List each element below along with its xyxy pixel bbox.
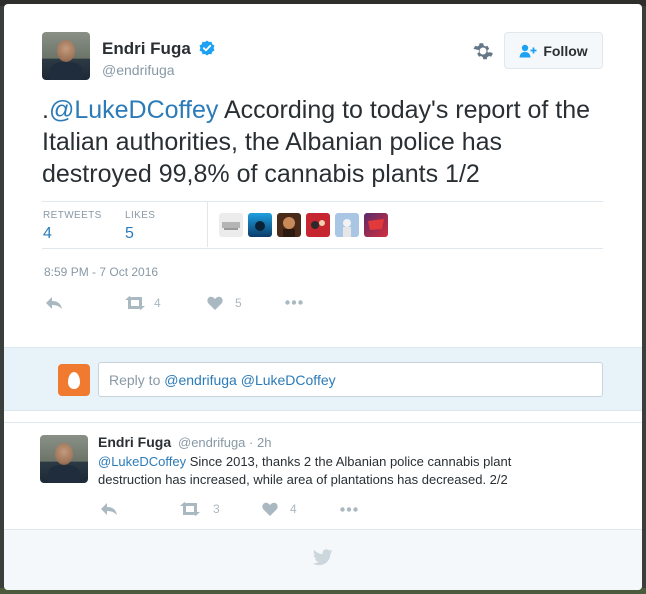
author-name[interactable]: Endri Fuga [102, 39, 191, 59]
likes-label[interactable]: LIKES [125, 210, 155, 221]
reply-tweet-like-action[interactable]: 4 [262, 502, 297, 516]
add-user-icon [519, 44, 537, 57]
reply-input[interactable]: Reply to @endrifuga @LukeDCoffey [98, 362, 603, 397]
reply-tweet-like-count: 4 [290, 502, 297, 516]
tweet-text-prefix: . [42, 96, 49, 124]
likes-count[interactable]: 5 [125, 225, 134, 243]
reply-tweet-mention-link[interactable]: @LukeDCoffey [98, 454, 186, 469]
retweet-icon [125, 296, 145, 310]
reply-input-mentions: @endrifuga @LukeDCoffey [164, 372, 336, 388]
liker-avatar-4[interactable] [306, 213, 330, 237]
current-user-avatar [58, 364, 90, 396]
more-dots-icon [340, 507, 358, 512]
liker-avatar-5[interactable] [335, 213, 359, 237]
heart-icon [207, 296, 223, 310]
gear-icon[interactable] [472, 40, 494, 62]
author-avatar[interactable] [42, 32, 90, 80]
tweet-text: .@LukeDCoffey According to today's repor… [42, 94, 612, 190]
reply-icon [46, 297, 62, 309]
twitter-bird-icon [313, 549, 333, 566]
reply-action[interactable] [45, 296, 63, 310]
retweet-count: 4 [154, 296, 161, 310]
tweet-mention-link[interactable]: @LukeDCoffey [49, 96, 218, 124]
more-action[interactable] [285, 300, 303, 305]
tweet-modal: Endri Fuga @endrifuga Follow .@LukeDCoff… [4, 4, 642, 590]
reply-tweet-retweet-action[interactable]: 3 [179, 502, 220, 516]
retweets-count[interactable]: 4 [43, 225, 52, 243]
reply-tweet-reply-action[interactable] [100, 502, 118, 516]
reply-input-prefix: Reply to [109, 372, 165, 388]
reply-tweet-more-action[interactable] [340, 507, 358, 512]
reply-separator [4, 422, 642, 423]
retweets-label[interactable]: RETWEETS [43, 210, 102, 221]
follow-label: Follow [543, 42, 588, 59]
more-dots-icon [285, 300, 303, 305]
liker-avatar-1[interactable] [219, 213, 243, 237]
reply-tweet-text: @LukeDCoffey Since 2013, thanks 2 the Al… [98, 453, 578, 489]
retweet-icon [180, 502, 200, 516]
stats-divider-bottom [42, 248, 603, 249]
reply-tweet-retweet-count: 3 [213, 502, 220, 516]
liker-avatar-6[interactable] [364, 213, 388, 237]
liker-avatar-2[interactable] [248, 213, 272, 237]
liker-avatar-3[interactable] [277, 213, 301, 237]
like-action[interactable]: 5 [207, 296, 242, 310]
reply-icon [101, 503, 117, 515]
like-count: 5 [235, 296, 242, 310]
author-handle[interactable]: @endrifuga [102, 62, 175, 78]
heart-icon [262, 502, 278, 516]
reply-author-handle[interactable]: @endrifuga · 2h [178, 435, 271, 450]
tweet-timestamp[interactable]: 8:59 PM - 7 Oct 2016 [44, 265, 158, 279]
follow-button[interactable]: Follow [504, 32, 603, 69]
stats-divider-top [42, 201, 603, 202]
retweet-action[interactable]: 4 [124, 296, 161, 310]
reply-author-name[interactable]: Endri Fuga [98, 434, 171, 450]
verified-badge-icon [199, 40, 215, 56]
egg-icon [68, 371, 80, 389]
stats-vertical-divider [207, 202, 208, 247]
reply-author-avatar[interactable] [40, 435, 88, 483]
